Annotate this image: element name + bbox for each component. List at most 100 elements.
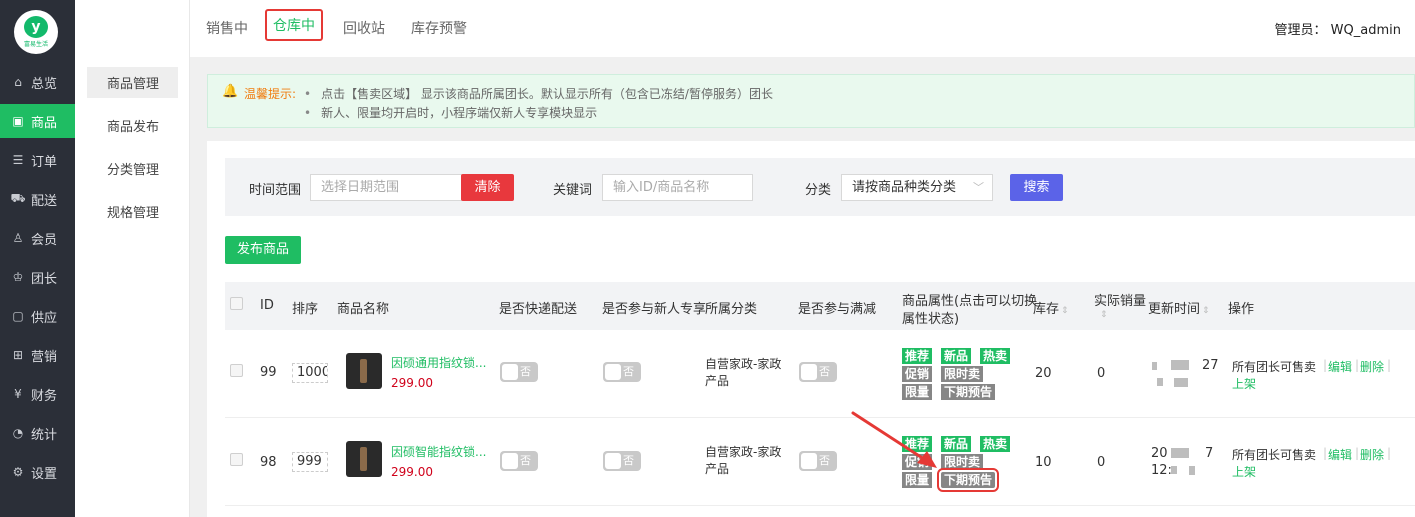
updated-time-partial: 20 bbox=[1151, 446, 1168, 461]
nav-item-goods[interactable]: ▣ 商品 bbox=[0, 104, 75, 138]
nav-item-overview[interactable]: ⌂ 总览 bbox=[0, 65, 75, 99]
tag-new[interactable]: 新品 bbox=[941, 436, 972, 452]
stats-icon: ◔ bbox=[12, 426, 24, 440]
nav-label: 会员 bbox=[31, 232, 58, 248]
discount-toggle[interactable]: 否 bbox=[799, 362, 837, 382]
nav-label: 供应 bbox=[31, 310, 58, 326]
tag-hot[interactable]: 热卖 bbox=[980, 436, 1011, 452]
col-attrs: 商品属性(点击可以切换 bbox=[902, 294, 1038, 309]
nav-item-marketing[interactable]: ⊞ 营销 bbox=[0, 338, 75, 372]
toggle-knob bbox=[801, 453, 817, 469]
nav-item-stats[interactable]: ◔ 统计 bbox=[0, 416, 75, 450]
tips-banner: 🔔 温馨提示: 点击【售卖区域】 显示该商品所属团长。默认显示所有（包含已冻结/… bbox=[207, 74, 1415, 128]
tag-promo[interactable]: 促销 bbox=[902, 366, 933, 382]
subnav-item-goods-publish[interactable]: 商品发布 bbox=[87, 110, 178, 141]
tag-hot[interactable]: 热卖 bbox=[980, 348, 1011, 364]
blurred-region bbox=[1171, 466, 1177, 474]
tag-next-preview[interactable]: 下期预告 bbox=[941, 384, 996, 400]
express-toggle[interactable]: 否 bbox=[500, 362, 538, 382]
row-checkbox[interactable] bbox=[230, 453, 243, 466]
main-sidebar: y 富易生活 ⌂ 总览 ▣ 商品 ☰ 订单 ⛟ 配送 ♙ 会员 ♔ 团长 ▢ 供应 ⊞ 营销 ¥… bbox=[0, 0, 75, 517]
date-range-input[interactable]: 选择日期范围 bbox=[310, 174, 462, 201]
toggle-text: 否 bbox=[623, 365, 634, 378]
sort-input[interactable]: 999 bbox=[292, 452, 328, 472]
nav-item-orders[interactable]: ☰ 订单 bbox=[0, 143, 75, 177]
separator: | bbox=[1355, 358, 1360, 372]
product-thumbnail bbox=[346, 441, 382, 477]
discount-toggle[interactable]: 否 bbox=[799, 451, 837, 471]
tag-recommend[interactable]: 推荐 bbox=[902, 348, 933, 364]
nav-item-supply[interactable]: ▢ 供应 bbox=[0, 299, 75, 333]
search-button[interactable]: 搜索 bbox=[1010, 174, 1063, 201]
truck-icon: ⛟ bbox=[10, 191, 26, 205]
tag-flash-sale[interactable]: 限时卖 bbox=[941, 366, 984, 382]
tab-in-warehouse[interactable]: 仓库中 bbox=[265, 9, 323, 41]
col-sales[interactable]: 实际销量 bbox=[1094, 290, 1146, 309]
product-thumbnail bbox=[346, 353, 382, 389]
tab-recycle-bin[interactable]: 回收站 bbox=[343, 18, 385, 38]
col-stock[interactable]: 库存 ⇕ bbox=[1033, 298, 1069, 317]
subnav-item-spec-manage[interactable]: 规格管理 bbox=[87, 196, 178, 227]
publish-goods-button[interactable]: 发布商品 bbox=[225, 236, 301, 264]
tag-flash-sale[interactable]: 限时卖 bbox=[941, 454, 984, 470]
newcomer-toggle[interactable]: 否 bbox=[603, 451, 641, 471]
separator: | bbox=[1387, 358, 1392, 372]
nav-item-finance[interactable]: ¥ 财务 bbox=[0, 377, 75, 411]
nav-label: 营销 bbox=[31, 349, 58, 365]
subnav-item-category-manage[interactable]: 分类管理 bbox=[87, 153, 178, 184]
subnav-item-goods-manage[interactable]: 商品管理 bbox=[87, 67, 178, 98]
col-updated[interactable]: 更新时间 ⇕ bbox=[1148, 298, 1210, 317]
blurred-region bbox=[1174, 378, 1188, 387]
shelf-link[interactable]: 上架 bbox=[1232, 463, 1256, 480]
tab-stock-warning[interactable]: 库存预警 bbox=[411, 18, 467, 38]
tag-new[interactable]: 新品 bbox=[941, 348, 972, 364]
sort-icon[interactable]: ⇕ bbox=[1100, 310, 1108, 320]
keyword-input[interactable]: 输入ID/商品名称 bbox=[602, 174, 753, 201]
newcomer-toggle[interactable]: 否 bbox=[603, 362, 641, 382]
tag-promo[interactable]: 促销 bbox=[902, 454, 933, 470]
blurred-region bbox=[1171, 360, 1189, 370]
tag-recommend[interactable]: 推荐 bbox=[902, 436, 933, 452]
admin-account[interactable]: 管理员： WQ_admin bbox=[1275, 19, 1401, 38]
nav-item-delivery[interactable]: ⛟ 配送 bbox=[0, 182, 75, 216]
delete-link[interactable]: 删除 bbox=[1360, 358, 1384, 375]
col-newcomer: 是否参与新人专享 bbox=[602, 302, 707, 317]
edit-link[interactable]: 编辑 bbox=[1328, 446, 1352, 463]
tag-next-preview[interactable]: 下期预告 bbox=[936, 468, 1000, 492]
category-select[interactable]: 请按商品种类分类 ﹀ bbox=[841, 174, 993, 201]
brand-logo[interactable]: y 富易生活 bbox=[14, 10, 58, 54]
nav-label: 总览 bbox=[31, 76, 58, 92]
product-price: 299.00 bbox=[391, 376, 433, 390]
tag-limited[interactable]: 限量 bbox=[902, 384, 933, 400]
tab-on-sale[interactable]: 销售中 bbox=[206, 18, 248, 38]
toggle-knob bbox=[605, 364, 621, 380]
nav-label: 团长 bbox=[31, 271, 58, 287]
keyword-label: 关键词 bbox=[553, 183, 593, 198]
user-icon: ♙ bbox=[12, 231, 24, 245]
row-checkbox[interactable] bbox=[230, 364, 243, 377]
clear-button[interactable]: 清除 bbox=[461, 174, 514, 201]
logo-text: 富易生活 bbox=[23, 41, 48, 48]
nav-item-settings[interactable]: ⚙ 设置 bbox=[0, 455, 75, 489]
product-name-link[interactable]: 因硕智能指纹锁... bbox=[391, 443, 486, 460]
nav-label: 商品 bbox=[31, 115, 58, 131]
sort-input[interactable]: 1000 bbox=[292, 363, 328, 383]
home-icon: ⌂ bbox=[14, 75, 22, 89]
product-price: 299.00 bbox=[391, 465, 433, 479]
tag-limited[interactable]: 限量 bbox=[902, 472, 933, 488]
product-name-link[interactable]: 因硕通用指纹锁... bbox=[391, 354, 486, 371]
col-sort: 排序 bbox=[292, 302, 319, 317]
express-toggle[interactable]: 否 bbox=[500, 451, 538, 471]
box-icon: ▢ bbox=[12, 309, 24, 323]
edit-link[interactable]: 编辑 bbox=[1328, 358, 1352, 375]
nav-item-leaders[interactable]: ♔ 团长 bbox=[0, 260, 75, 294]
col-discount: 是否参与满减 bbox=[798, 302, 877, 317]
shelf-link[interactable]: 上架 bbox=[1232, 375, 1256, 392]
delete-link[interactable]: 删除 bbox=[1360, 446, 1384, 463]
finance-icon: ¥ bbox=[14, 387, 22, 401]
blurred-region bbox=[1152, 362, 1157, 370]
col-ops: 操作 bbox=[1228, 302, 1255, 317]
nav-item-members[interactable]: ♙ 会员 bbox=[0, 221, 75, 255]
nav-label: 订单 bbox=[31, 154, 58, 170]
select-all-checkbox[interactable] bbox=[230, 297, 243, 310]
